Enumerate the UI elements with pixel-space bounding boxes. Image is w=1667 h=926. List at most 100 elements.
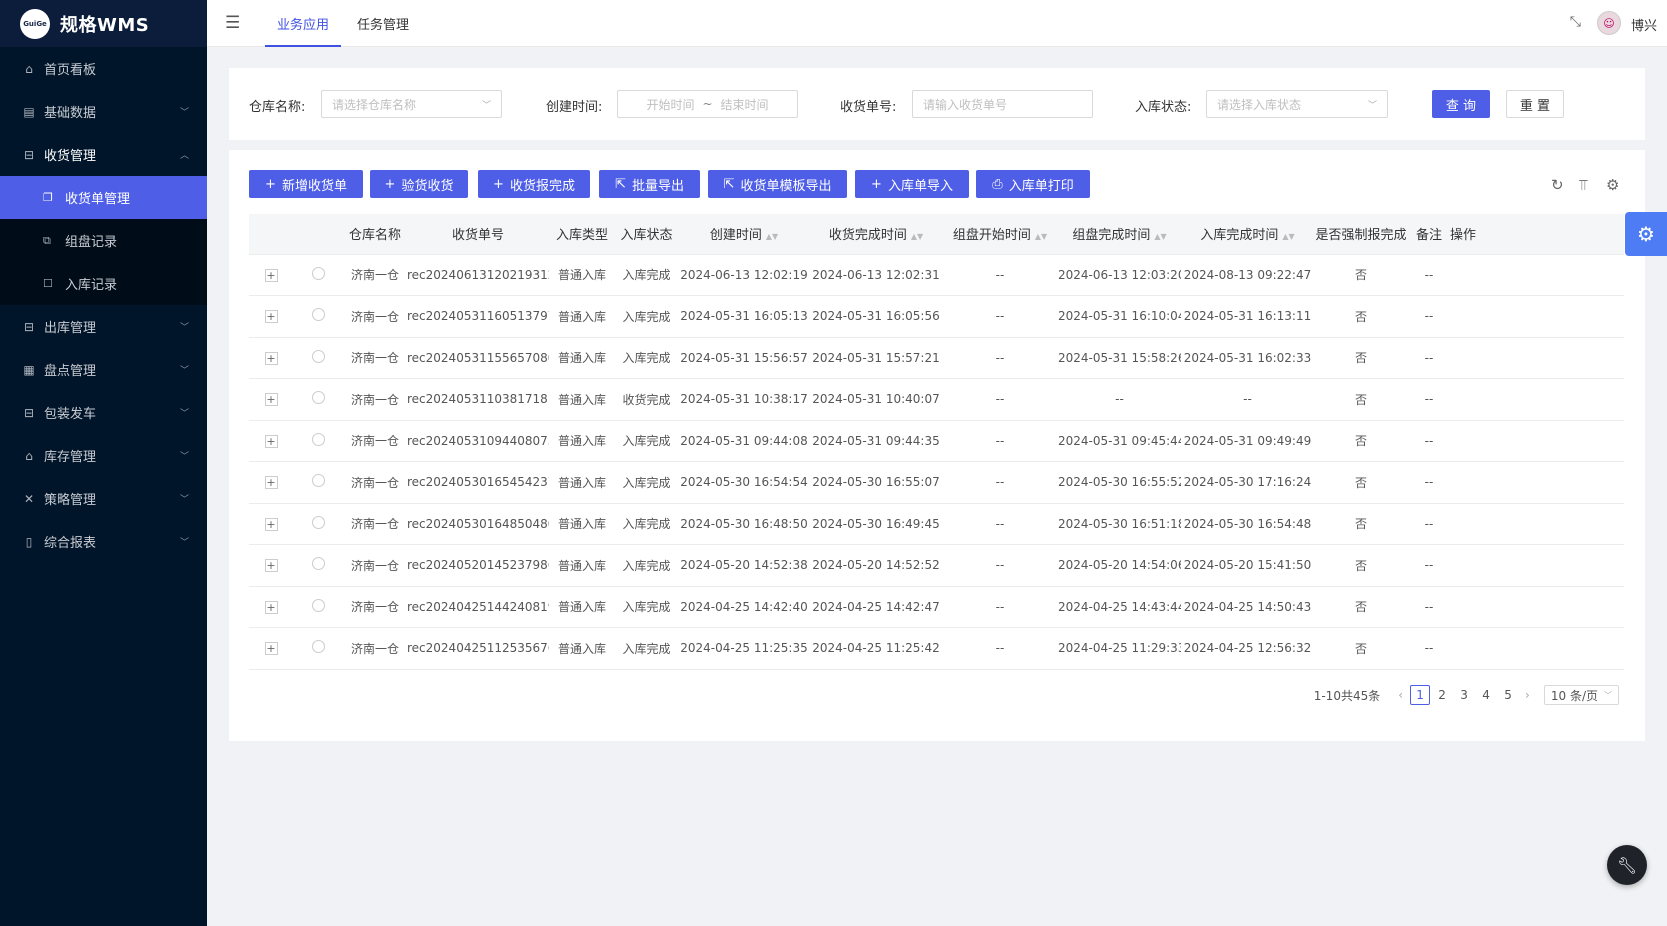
page-2[interactable]: 2 — [1432, 685, 1452, 705]
sidebar-item-outbound[interactable]: ⊟ 出库管理 ﹀ — [0, 305, 207, 348]
expand-cell[interactable]: + — [249, 254, 293, 296]
table-row[interactable]: + 济南一仓 rec20240530165454237 普通入库 入库完成 2024-05… — [249, 461, 1624, 504]
select-cell[interactable] — [293, 544, 343, 587]
warehouse-select[interactable]: 请选择仓库名称 ﹀ — [321, 90, 502, 118]
page-size-select[interactable]: 10 条/页 ﹀ — [1543, 685, 1619, 705]
row-radio[interactable] — [311, 598, 325, 612]
select-cell[interactable] — [293, 461, 343, 504]
expand-cell[interactable]: + — [249, 378, 293, 421]
avatar[interactable]: ☺ — [1597, 11, 1621, 35]
inspect-receive-button[interactable]: + 验货收货 — [370, 170, 468, 198]
select-cell[interactable] — [293, 627, 343, 670]
expand-icon[interactable]: + — [264, 642, 278, 656]
table-row[interactable]: + 济南一仓 rec20240520145237986 普通入库 入库完成 2024-05… — [249, 544, 1624, 587]
expand-icon[interactable]: + — [264, 268, 278, 282]
next-page-icon[interactable]: › — [1525, 688, 1530, 702]
row-radio[interactable] — [311, 308, 325, 322]
sidebar-item-packaging[interactable]: ⊟ 包装发车 ﹀ — [0, 391, 207, 434]
sidebar-item-dashboard[interactable]: ⌂ 首页看板 — [0, 47, 207, 90]
expand-icon[interactable]: + — [264, 351, 278, 365]
fullscreen-exit-icon[interactable]: ⤡ — [1570, 14, 1581, 30]
menu-fold-icon[interactable]: ☰ — [225, 13, 245, 33]
tool-float-button[interactable]: 🔧︎ — [1607, 845, 1647, 885]
sidebar-item-reports[interactable]: ▯ 综合报表 ﹀ — [0, 520, 207, 563]
created-time-range-picker[interactable]: 开始时间 ~ 结束时间 — [617, 90, 798, 118]
row-radio[interactable] — [311, 432, 325, 446]
row-radio[interactable] — [311, 474, 325, 488]
row-radio[interactable] — [311, 515, 325, 529]
reset-button[interactable]: 重 置 — [1506, 90, 1564, 118]
sidebar-item-strategy[interactable]: ✕ 策略管理 ﹀ — [0, 477, 207, 520]
table-row[interactable]: + 济南一仓 rec20240531155657080 普通入库 入库完成 2024-05… — [249, 337, 1624, 379]
sidebar-item-inventory-check[interactable]: ▦ 盘点管理 ﹀ — [0, 348, 207, 391]
expand-cell[interactable]: + — [249, 337, 293, 379]
select-cell[interactable] — [293, 295, 343, 338]
table-row[interactable]: + 济南一仓 rec20240425112535676 普通入库 入库完成 2024-04… — [249, 627, 1624, 670]
sortable-column-header[interactable]: 组盘完成时间 ▲▼ — [1058, 214, 1181, 255]
select-cell[interactable] — [293, 337, 343, 379]
sortable-column-header[interactable]: 组盘开始时间 ▲▼ — [942, 214, 1058, 255]
select-cell[interactable] — [293, 378, 343, 421]
tab-task-management[interactable]: 任务管理 — [353, 0, 413, 47]
sortable-column-header[interactable]: 创建时间 ▲▼ — [678, 214, 810, 255]
expand-cell[interactable]: + — [249, 627, 293, 670]
expand-icon[interactable]: + — [264, 393, 278, 407]
row-radio[interactable] — [311, 349, 325, 363]
page-3[interactable]: 3 — [1454, 685, 1474, 705]
sidebar-item-receiving[interactable]: ⊟ 收货管理 ︿ — [0, 133, 207, 176]
expand-icon[interactable]: + — [264, 434, 278, 448]
tab-business-apps[interactable]: 业务应用 — [264, 0, 342, 47]
inbound-print-button[interactable]: ⎙ 入库单打印 — [976, 170, 1090, 198]
select-cell[interactable] — [293, 254, 343, 296]
logo[interactable]: GuiGe 规格WMS — [0, 0, 207, 47]
page-4[interactable]: 4 — [1476, 685, 1496, 705]
sidebar-item-basic-data[interactable]: ▤ 基础数据 ﹀ — [0, 90, 207, 133]
receipt-number-input[interactable]: 请输入收货单号 — [912, 90, 1093, 118]
expand-cell[interactable]: + — [249, 544, 293, 587]
table-row[interactable]: + 济南一仓 rec20240530164850480 普通入库 入库完成 2024-05… — [249, 503, 1624, 545]
expand-icon[interactable]: + — [264, 310, 278, 324]
add-receipt-button[interactable]: + 新增收货单 — [249, 170, 363, 198]
expand-cell[interactable]: + — [249, 461, 293, 504]
inbound-status-select[interactable]: 请选择入库状态 ﹀ — [1206, 90, 1388, 118]
select-cell[interactable] — [293, 420, 343, 462]
row-radio[interactable] — [311, 391, 325, 405]
receipt-complete-button[interactable]: + 收货报完成 — [478, 170, 590, 198]
select-cell[interactable] — [293, 586, 343, 628]
settings-drawer-button[interactable]: ⚙ — [1625, 212, 1667, 256]
table-row[interactable]: + 济南一仓 rec20240531094408075 普通入库 入库完成 2024-05… — [249, 420, 1624, 462]
sidebar-item-pallet-records[interactable]: ⧉ 组盘记录 — [0, 219, 207, 262]
sidebar-item-receipt-management[interactable]: ❐ 收货单管理 — [0, 176, 207, 219]
select-cell[interactable] — [293, 503, 343, 545]
row-radio[interactable] — [311, 640, 325, 654]
refresh-icon[interactable]: ↻ — [1551, 176, 1564, 194]
expand-icon[interactable]: + — [264, 476, 278, 490]
expand-cell[interactable]: + — [249, 503, 293, 545]
expand-icon[interactable]: + — [264, 559, 278, 573]
batch-export-button[interactable]: ⇱ 批量导出 — [599, 170, 700, 198]
density-icon[interactable]: ⫪ — [1579, 176, 1587, 194]
inbound-import-button[interactable]: + 入库单导入 — [855, 170, 969, 198]
page-1[interactable]: 1 — [1410, 685, 1431, 705]
prev-page-icon[interactable]: ‹ — [1398, 688, 1403, 702]
table-row[interactable]: + 济南一仓 rec20240531103817181 普通入库 收货完成 2024-05… — [249, 378, 1624, 421]
expand-cell[interactable]: + — [249, 295, 293, 338]
query-button[interactable]: 查 询 — [1432, 90, 1490, 118]
sortable-column-header[interactable]: 入库完成时间 ▲▼ — [1181, 214, 1314, 255]
settings-icon[interactable]: ⚙ — [1606, 176, 1619, 194]
expand-cell[interactable]: + — [249, 586, 293, 628]
template-export-button[interactable]: ⇱ 收货单模板导出 — [708, 170, 847, 198]
table-row[interactable]: + 济南一仓 rec20240531160513797 普通入库 入库完成 2024-05… — [249, 295, 1624, 338]
row-radio[interactable] — [311, 266, 325, 280]
table-row[interactable]: + 济南一仓 rec20240613120219312 普通入库 入库完成 2024-06… — [249, 254, 1624, 296]
sortable-column-header[interactable]: 收货完成时间 ▲▼ — [810, 214, 942, 255]
username[interactable]: 博兴 — [1631, 15, 1657, 34]
table-row[interactable]: + 济南一仓 rec20240425144240819 普通入库 入库完成 2024-04… — [249, 586, 1624, 628]
expand-icon[interactable]: + — [264, 600, 278, 614]
page-5[interactable]: 5 — [1498, 685, 1518, 705]
sidebar-item-inbound-records[interactable]: ☐ 入库记录 — [0, 262, 207, 305]
expand-icon[interactable]: + — [264, 517, 278, 531]
expand-cell[interactable]: + — [249, 420, 293, 462]
sidebar-item-stock[interactable]: ⌂ 库存管理 ﹀ — [0, 434, 207, 477]
row-radio[interactable] — [311, 557, 325, 571]
